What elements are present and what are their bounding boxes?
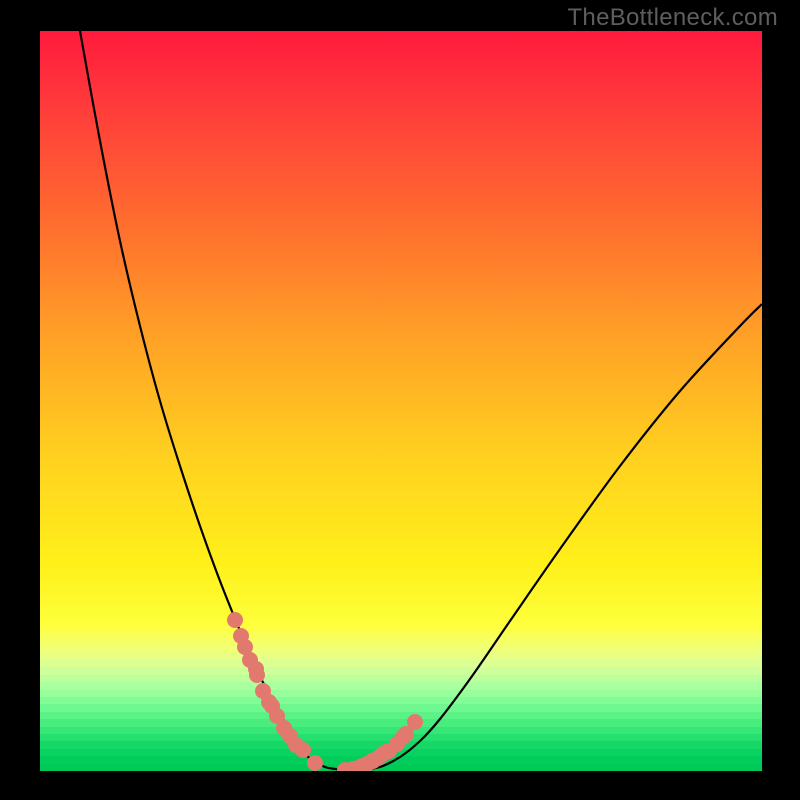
chart-frame: TheBottleneck.com — [0, 0, 800, 800]
marker-dot — [249, 667, 265, 683]
marker-dot — [307, 755, 323, 771]
plot-area — [40, 31, 762, 771]
marker-dot — [295, 742, 311, 758]
watermark-text: TheBottleneck.com — [567, 4, 778, 32]
marker-dot — [407, 714, 423, 730]
bottleneck-curve — [80, 31, 762, 770]
curve-svg — [40, 31, 762, 771]
marker-dots — [227, 612, 423, 771]
marker-dot — [227, 612, 243, 628]
